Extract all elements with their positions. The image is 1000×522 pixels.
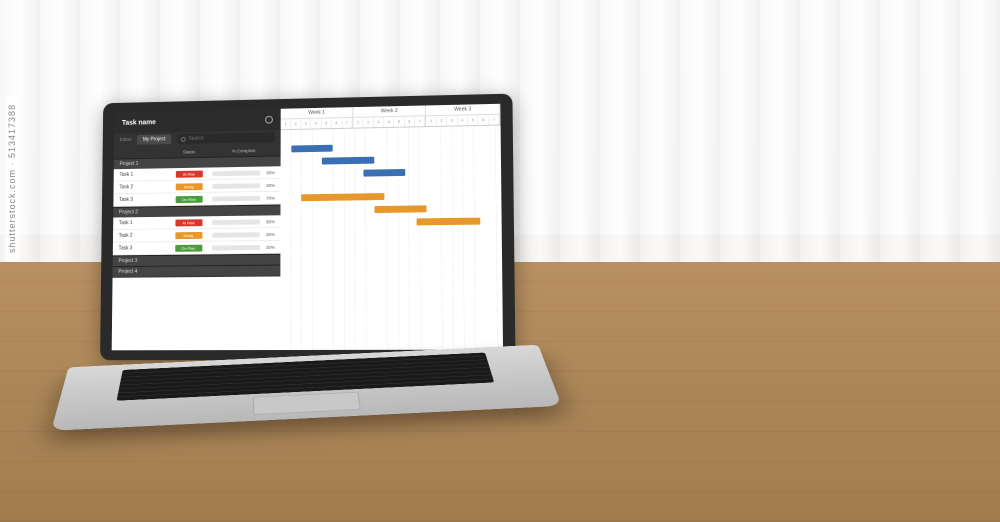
gear-icon[interactable] bbox=[265, 116, 273, 124]
gantt-bar[interactable] bbox=[416, 218, 480, 226]
gantt-day: 6 bbox=[405, 117, 415, 127]
screen-bezel: Task name Inbox My Project Search Status… bbox=[100, 94, 515, 361]
gantt-chart: Week 11234567Week 21234567Week 31234567 bbox=[281, 104, 503, 350]
pct-bar bbox=[212, 183, 260, 189]
gantt-bar[interactable] bbox=[374, 205, 427, 213]
gantt-day: 2 bbox=[437, 116, 447, 126]
col-status: Status bbox=[166, 149, 213, 155]
status-badge: On Plan bbox=[175, 244, 202, 251]
task-name: Task 1 bbox=[119, 220, 165, 226]
gantt-day: 3 bbox=[374, 117, 384, 127]
nav-my-project[interactable]: My Project bbox=[137, 134, 171, 144]
status-badge: On Plan bbox=[175, 195, 202, 202]
search-input[interactable]: Search bbox=[177, 132, 275, 144]
task-list: Project 1Task 1At Risk30%Task 2Delay20%T… bbox=[113, 156, 281, 277]
gantt-day: 1 bbox=[281, 119, 291, 129]
gantt-day: 1 bbox=[353, 118, 363, 128]
task-name: Task 2 bbox=[119, 232, 165, 238]
app-title: Task name bbox=[122, 119, 156, 126]
gantt-day: 5 bbox=[394, 117, 404, 127]
task-name: Task 3 bbox=[119, 245, 165, 251]
pct-text: 20% bbox=[263, 244, 275, 249]
pct-bar bbox=[212, 219, 260, 225]
pct-bar bbox=[212, 195, 260, 201]
task-name: Task 2 bbox=[119, 184, 165, 191]
status-badge: Delay bbox=[175, 183, 202, 190]
screen: Task name Inbox My Project Search Status… bbox=[112, 104, 503, 351]
gantt-day: 7 bbox=[415, 116, 425, 126]
task-sidebar: Task name Inbox My Project Search Status… bbox=[112, 109, 281, 351]
gantt-bar[interactable] bbox=[322, 157, 374, 165]
gantt-day: 4 bbox=[311, 119, 321, 129]
trackpad bbox=[253, 392, 361, 415]
gantt-body[interactable] bbox=[281, 126, 503, 350]
gantt-bar[interactable] bbox=[364, 169, 406, 177]
gantt-bar[interactable] bbox=[302, 193, 385, 201]
gantt-bar[interactable] bbox=[291, 145, 332, 153]
task-name: Task 3 bbox=[119, 196, 165, 203]
gantt-day: 5 bbox=[322, 118, 332, 128]
col-pct: % Complete bbox=[212, 147, 275, 153]
watermark: shutterstock.com · 513417388 bbox=[5, 96, 19, 261]
pct-text: 65% bbox=[263, 219, 275, 224]
status-badge: Delay bbox=[175, 231, 202, 238]
task-name: Task 1 bbox=[119, 171, 165, 178]
gantt-day: 6 bbox=[478, 115, 489, 125]
pct-bar bbox=[212, 245, 260, 250]
gantt-day: 1 bbox=[426, 116, 436, 126]
gantt-week: Week 31234567 bbox=[426, 104, 500, 126]
pct-text: 30% bbox=[263, 170, 275, 175]
pct-text: 20% bbox=[263, 182, 275, 187]
gantt-day: 2 bbox=[291, 119, 301, 129]
gantt-day: 7 bbox=[342, 118, 352, 128]
gantt-day: 2 bbox=[364, 117, 374, 127]
pct-text: 30% bbox=[263, 232, 275, 237]
gantt-week: Week 21234567 bbox=[353, 105, 426, 127]
status-badge: At Risk bbox=[175, 219, 202, 226]
gantt-day: 6 bbox=[332, 118, 342, 128]
empty-area bbox=[112, 275, 281, 350]
pct-bar bbox=[212, 232, 260, 237]
gantt-week: Week 11234567 bbox=[281, 107, 353, 129]
status-badge: At Risk bbox=[175, 170, 202, 177]
nav-inbox[interactable]: Inbox bbox=[120, 137, 132, 143]
search-icon bbox=[181, 136, 186, 141]
gantt-day: 3 bbox=[301, 119, 311, 129]
laptop: Task name Inbox My Project Search Status… bbox=[95, 95, 535, 475]
gantt-day: 7 bbox=[489, 115, 500, 125]
gantt-day: 5 bbox=[468, 115, 479, 125]
pct-bar bbox=[212, 170, 260, 176]
search-placeholder: Search bbox=[188, 136, 203, 142]
gantt-day: 4 bbox=[384, 117, 394, 127]
gantt-day: 4 bbox=[458, 115, 469, 125]
gantt-day: 3 bbox=[447, 116, 457, 126]
pct-text: 70% bbox=[263, 195, 275, 200]
